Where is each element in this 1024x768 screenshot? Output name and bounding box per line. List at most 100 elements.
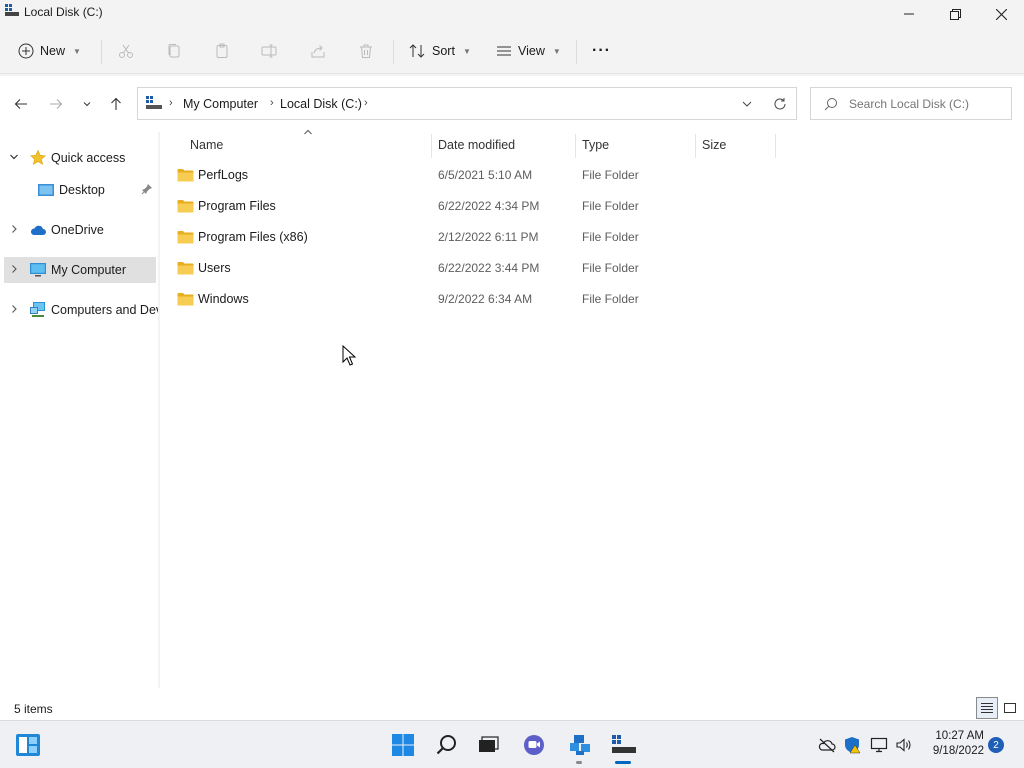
taskbar-clock[interactable]: 10:27 AM 9/18/2022 xyxy=(920,729,984,759)
file-explorer-taskbar-button[interactable] xyxy=(610,731,638,759)
folder-icon xyxy=(177,293,194,306)
chevron-right-icon xyxy=(12,265,17,273)
chat-button[interactable] xyxy=(520,731,548,759)
clock-date: 9/18/2022 xyxy=(932,745,984,757)
refresh-button[interactable] xyxy=(771,95,789,113)
arrow-up-icon xyxy=(111,97,121,110)
taskbar: 10:27 AM 9/18/2022 2 xyxy=(0,720,1024,768)
column-divider[interactable] xyxy=(431,134,432,158)
new-button[interactable]: New ▼ xyxy=(18,37,81,65)
table-row[interactable]: Program Files 6/22/2022 4:34 PM File Fol… xyxy=(172,192,772,222)
file-date: 6/5/2021 5:10 AM xyxy=(438,168,533,182)
divider xyxy=(393,40,394,64)
arrow-left-icon xyxy=(14,99,27,109)
restore-button[interactable] xyxy=(932,0,978,28)
file-date: 9/2/2022 6:34 AM xyxy=(438,292,533,306)
table-row[interactable]: Users 6/22/2022 3:44 PM File Folder xyxy=(172,254,772,284)
file-type: File Folder xyxy=(582,292,639,306)
see-more-button[interactable]: ··· xyxy=(592,37,611,65)
forward-button[interactable] xyxy=(45,93,67,115)
table-row[interactable]: PerfLogs 6/5/2021 5:10 AM File Folder xyxy=(172,161,772,191)
view-button[interactable]: View ▼ xyxy=(496,37,561,65)
start-button[interactable] xyxy=(389,731,417,759)
sort-label: Sort xyxy=(432,44,455,58)
back-button[interactable] xyxy=(10,93,32,115)
view-lines-icon xyxy=(497,46,511,56)
details-view-button[interactable] xyxy=(976,697,998,719)
sort-button[interactable]: Sort ▼ xyxy=(408,37,471,65)
table-row[interactable]: Windows 9/2/2022 6:34 AM File Folder xyxy=(172,285,772,315)
recent-locations-button[interactable] xyxy=(76,93,98,115)
widgets-button[interactable] xyxy=(14,731,42,759)
notification-badge[interactable]: 2 xyxy=(988,737,1004,753)
column-header-date-modified[interactable]: Date modified xyxy=(438,138,515,152)
volume-tray-button[interactable] xyxy=(895,736,913,754)
folder-icon xyxy=(177,200,194,213)
table-row[interactable]: Program Files (x86) 2/12/2022 6:11 PM Fi… xyxy=(172,223,772,253)
computer-icon xyxy=(30,263,46,277)
new-label: New xyxy=(40,44,66,58)
file-date: 6/22/2022 3:44 PM xyxy=(438,261,540,275)
task-view-button[interactable] xyxy=(474,731,502,759)
tiles-view-icon xyxy=(1004,703,1016,713)
nav-item-onedrive[interactable]: OneDrive xyxy=(0,217,158,243)
search-input[interactable] xyxy=(849,95,1004,113)
up-button[interactable] xyxy=(105,93,127,115)
cloud-icon xyxy=(30,225,46,235)
column-divider[interactable] xyxy=(575,134,576,158)
close-button[interactable] xyxy=(978,0,1024,28)
chevron-down-icon: ▼ xyxy=(73,46,81,56)
onedrive-tray-button[interactable] xyxy=(818,736,836,754)
copy-button[interactable] xyxy=(164,41,184,61)
minimize-icon xyxy=(904,13,914,15)
paste-button[interactable] xyxy=(212,41,232,61)
column-header-size[interactable]: Size xyxy=(702,138,726,152)
search-box[interactable] xyxy=(810,87,1012,120)
refresh-icon xyxy=(774,98,786,110)
address-history-button[interactable] xyxy=(738,96,756,112)
details-view-icon xyxy=(981,703,993,713)
column-divider[interactable] xyxy=(775,134,776,158)
column-header-type[interactable]: Type xyxy=(582,138,609,152)
copy-icon xyxy=(168,44,180,58)
divider xyxy=(576,40,577,64)
network-tray-button[interactable] xyxy=(870,736,888,754)
drive-icon xyxy=(612,735,636,753)
star-icon xyxy=(29,149,47,165)
cut-button[interactable] xyxy=(116,41,136,61)
nav-item-my-computer[interactable]: My Computer xyxy=(4,257,156,283)
clock-time: 10:27 AM xyxy=(935,730,984,742)
chevron-down-icon xyxy=(83,102,91,107)
network-app-button[interactable] xyxy=(566,731,594,759)
file-type: File Folder xyxy=(582,168,639,182)
title-bar: Local Disk (C:) xyxy=(0,0,1024,28)
share-button[interactable] xyxy=(308,41,328,61)
file-name: PerfLogs xyxy=(198,168,249,182)
breadcrumb-my-computer[interactable]: My Computer xyxy=(183,97,258,111)
column-header-name[interactable]: Name xyxy=(190,138,223,152)
chevron-down-icon xyxy=(10,154,18,160)
large-icons-view-button[interactable] xyxy=(1000,697,1020,719)
nav-item-desktop[interactable]: Desktop xyxy=(0,177,158,203)
breadcrumb-local-disk[interactable]: Local Disk (C:) xyxy=(280,97,362,111)
file-date: 2/12/2022 6:11 PM xyxy=(438,230,539,244)
running-indicator xyxy=(576,761,582,764)
close-icon xyxy=(995,8,1007,20)
item-count: 5 items xyxy=(14,702,53,716)
search-icon xyxy=(824,98,837,111)
delete-button[interactable] xyxy=(356,41,376,61)
nav-item-quick-access[interactable]: Quick access xyxy=(0,145,158,171)
security-tray-button[interactable] xyxy=(843,736,861,754)
minimize-button[interactable] xyxy=(886,0,932,28)
rename-button[interactable] xyxy=(260,41,280,61)
monitor-network-icon xyxy=(870,737,888,753)
nav-item-label: OneDrive xyxy=(51,223,104,237)
column-divider[interactable] xyxy=(695,134,696,158)
chevron-right-icon xyxy=(12,225,17,233)
search-taskbar-button[interactable] xyxy=(433,731,461,759)
nav-item-computers-and-devices[interactable]: Computers and Devices xyxy=(0,297,158,323)
window-title: Local Disk (C:) xyxy=(24,5,103,19)
address-bar[interactable]: › My Computer › Local Disk (C:) › xyxy=(137,87,797,120)
share-icon xyxy=(311,45,325,58)
pin-icon[interactable] xyxy=(141,183,153,195)
